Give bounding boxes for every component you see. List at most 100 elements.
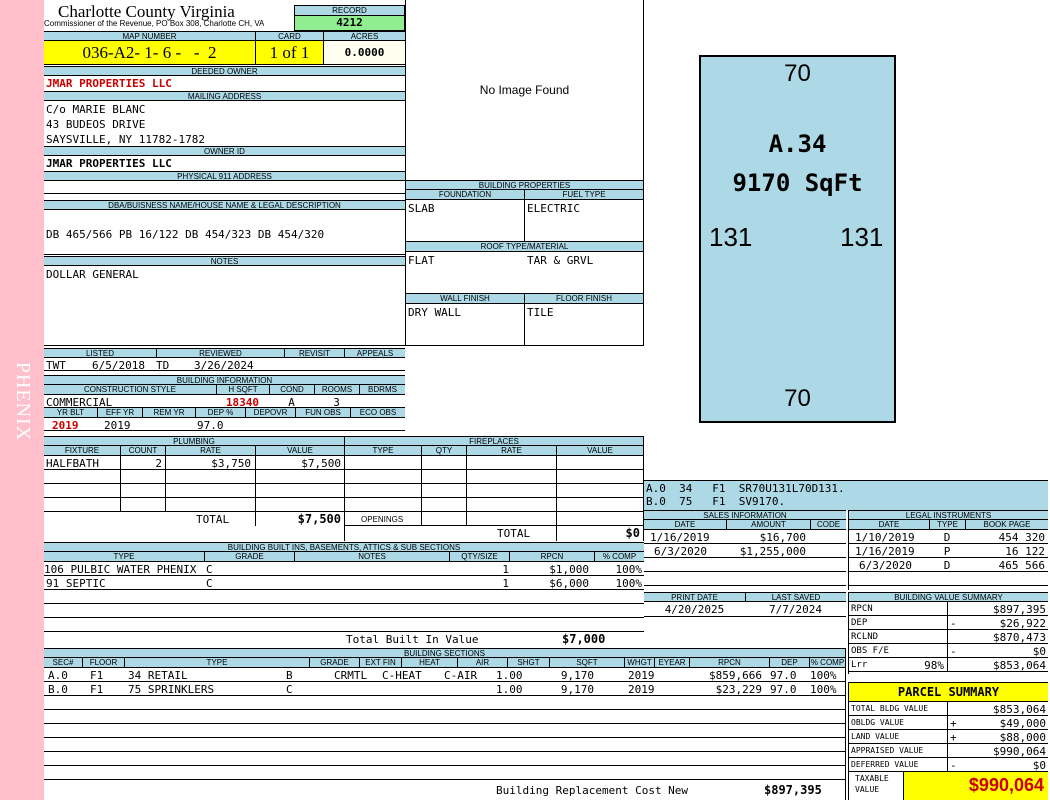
builtins-col-comp: % COMP	[594, 552, 644, 562]
section-2-eyear: 2019	[628, 683, 655, 696]
openings-label: OPENINGS	[361, 515, 404, 524]
listed-date: 6/5/2018	[92, 359, 145, 372]
section-2-type: 75 SPRINKLERS	[128, 683, 215, 696]
section-1-type: 34 RETAIL	[128, 669, 188, 682]
image-area: No Image Found	[405, 0, 644, 180]
land-value: $88,000	[999, 731, 1046, 744]
sketch-area: 70 70 131 131 A.34 9170 SqFt	[644, 0, 1048, 480]
bvs-lrr-label: Lrr	[851, 660, 868, 670]
print-date-label: PRINT DATE	[644, 592, 745, 602]
legal-col-date: DATE	[849, 520, 929, 530]
taxable-value: $990,064	[903, 772, 1048, 800]
owner-id-label: OWNER ID	[44, 146, 405, 156]
dates-block: PRINT DATE LAST SAVED 4/20/2025 7/7/2024	[644, 592, 846, 618]
county-header: Charlotte County Virginia Commissioner o…	[44, 0, 294, 31]
deeded-owner: JMAR PROPERTIES LLC	[46, 77, 172, 90]
plumbing-col-value: VALUE	[255, 446, 344, 456]
sketch-left-dimension: 131	[709, 222, 753, 252]
instr-1-date: 1/10/2019	[855, 531, 915, 544]
bvs-lrr: $853,064	[993, 659, 1046, 672]
sketch-right-dimension: 131	[840, 222, 884, 252]
plumbing-col-count: COUNT	[120, 446, 165, 456]
plumbing-col-rate: RATE	[165, 446, 255, 456]
deferred-label: DEFERRED VALUE	[851, 760, 919, 769]
legal-label: DBA/BUISNESS NAME/HOUSE NAME & LEGAL DES…	[44, 200, 405, 210]
sections-col-whgt: WHGT	[624, 658, 654, 668]
bvs-label: BUILDING VALUE SUMMARY	[849, 592, 1048, 602]
instr-3-type: D	[943, 559, 951, 572]
section-2-comp: 100%	[810, 683, 837, 696]
fuel-value: ELECTRIC	[527, 202, 580, 215]
instr-2-date: 1/16/2019	[855, 545, 915, 558]
effyr-value: 2019	[104, 419, 131, 432]
mailing-address-label: MAILING ADDRESS	[44, 91, 405, 101]
builtins-total-label: Total Built In Value	[346, 633, 479, 646]
floor-finish: TILE	[527, 306, 554, 319]
roof-label: ROOF TYPE/MATERIAL	[406, 242, 643, 252]
notes-block: NOTES DOLLAR GENERAL	[44, 256, 405, 346]
legal-description: DB 465/566 PB 16/122 DB 454/323 DB 454/3…	[46, 228, 325, 241]
replacement-cost-label: Building Replacement Cost New	[496, 784, 689, 797]
instr-1-bookpage: 454 320	[998, 531, 1045, 544]
bdrms-label: BDRMS	[359, 385, 405, 395]
instr-3-bookpage: 465 566	[998, 559, 1045, 572]
builtin-1-type: 106 PULBIC WATER PHENIX	[44, 563, 197, 576]
sketch-area-sqft: 9170 SqFt	[732, 169, 863, 197]
yrblt-label: YR BLT	[44, 408, 97, 418]
plumbing-label: PLUMBING	[44, 436, 344, 446]
funobs-label: FUN OBS	[295, 408, 350, 418]
section-1-sec: A.0	[48, 669, 68, 682]
fuel-label: FUEL TYPE	[524, 190, 643, 200]
record-number: 4212	[295, 16, 404, 30]
appraised-value: $990,064	[993, 745, 1046, 758]
card-number: 1 of 1	[255, 41, 323, 64]
owner-id: JMAR PROPERTIES LLC	[46, 157, 172, 170]
total-bldg-label: TOTAL BLDG VALUE	[851, 704, 929, 713]
instr-1-type: D	[943, 531, 951, 544]
obldg-value: $49,000	[999, 717, 1046, 730]
building-information: BUILDING INFORMATION CONSTRUCTION STYLE …	[44, 375, 405, 433]
deeded-owner-label: DEEDED OWNER	[44, 66, 405, 76]
mailing-line-1: C/o MARIE BLANC	[46, 103, 146, 116]
sections-col-sec: SEC#	[44, 658, 82, 668]
instr-3-date: 6/3/2020	[859, 559, 912, 572]
dep-label: DEP %	[195, 408, 245, 418]
hsqft-label: H SQFT	[216, 385, 269, 395]
sections-col-comp: % COMP	[809, 658, 845, 668]
section-1-dep: 97.0	[770, 669, 797, 682]
bvs-obs: $0	[1032, 645, 1046, 658]
building-properties-label: BUILDING PROPERTIES	[406, 180, 643, 190]
sections-col-dep: DEP	[769, 658, 809, 668]
section-2-floor: F1	[90, 683, 104, 696]
fireplaces-label: FIREPLACES	[345, 436, 643, 446]
section-2-grade: C	[286, 683, 293, 696]
builtin-1-rpcn: $1,000	[549, 563, 589, 576]
section-1-comp: 100%	[810, 669, 837, 682]
mailing-line-2: 43 BUDEOS DRIVE	[46, 118, 146, 131]
building-info-label: BUILDING INFORMATION	[44, 375, 405, 385]
revisit-label: REVISIT	[284, 348, 344, 358]
reviewed-date: 3/26/2024	[194, 359, 254, 372]
plumbing-value: $7,500	[301, 457, 341, 470]
physical-address	[44, 181, 405, 194]
acres-label: ACRES	[323, 31, 405, 41]
fireplace-col-qty: QTY	[421, 446, 466, 456]
instr-2-type: P	[943, 545, 951, 558]
bvs-rpcn: $897,395	[993, 603, 1046, 616]
sections-col-floor: FLOOR	[82, 658, 124, 668]
sections-col-air: AIR	[457, 658, 507, 668]
plumbing-block: PLUMBING FIXTURE COUNT RATE VALUE HALFBA…	[44, 436, 344, 526]
last-saved-label: LAST SAVED	[745, 592, 846, 602]
map-row: MAP NUMBER CARD ACRES 036-A2- 1- 6 - - 2…	[44, 31, 405, 65]
sections-col-eyear: EYEAR	[654, 658, 689, 668]
section-1-sqft: 9,170	[560, 669, 594, 682]
builtins-col-qty: QTY/SIZE	[449, 552, 509, 562]
builtin-1-qty: 1	[502, 563, 509, 576]
appraised-label: APPRAISED VALUE	[851, 746, 924, 755]
section-1-shgt: 1.00	[496, 669, 523, 682]
acres-value: 0.0000	[323, 41, 405, 64]
builtins-col-grade: GRADE	[204, 552, 294, 562]
appeals-label: APPEALS	[344, 348, 405, 358]
sections-col-extfin: EXT FIN	[359, 658, 401, 668]
sales-col-date: DATE	[644, 520, 726, 530]
